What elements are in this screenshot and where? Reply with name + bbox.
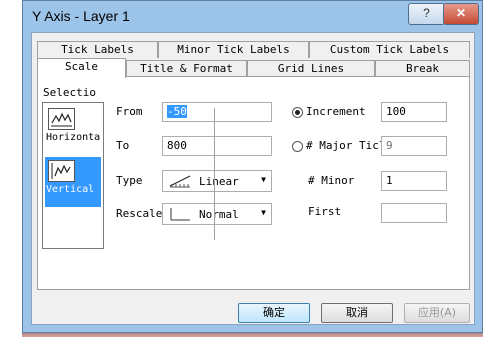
rescale-icon xyxy=(168,207,192,221)
dialog-client-area: Tick Labels Minor Tick Labels Custom Tic… xyxy=(31,32,475,325)
selection-item-label: Horizonta xyxy=(46,132,101,143)
from-input[interactable]: -50 xyxy=(162,102,272,122)
scale-panel: Selectio Horizonta Vertical From -50 To … xyxy=(37,76,470,290)
to-label: To xyxy=(116,139,130,152)
tab-break[interactable]: Break xyxy=(375,60,470,77)
major-ticks-label: # Major Ticl xyxy=(306,139,386,152)
increment-input[interactable]: 100 xyxy=(381,102,447,122)
first-tick-input[interactable] xyxy=(381,203,447,223)
dialog-title: Y Axis - Layer 1 xyxy=(32,8,130,24)
selection-item-label: Vertical xyxy=(46,184,95,195)
tab-tick-labels[interactable]: Tick Labels xyxy=(37,41,158,58)
background-strip xyxy=(22,333,483,337)
vertical-axis-icon xyxy=(48,160,75,182)
selection-item-horizontal[interactable]: Horizonta xyxy=(45,105,101,155)
ok-button[interactable]: 确定 xyxy=(238,303,310,323)
rescale-select[interactable]: Normal ▼ xyxy=(162,203,272,225)
tab-scale[interactable]: Scale xyxy=(37,58,126,78)
increment-label: Increment xyxy=(306,105,366,118)
title-bar[interactable]: Y Axis - Layer 1 ? ✕ xyxy=(23,1,482,30)
chevron-down-icon: ▼ xyxy=(261,208,266,217)
linear-scale-icon xyxy=(168,174,192,188)
minor-ticks-label: # Minor xyxy=(308,174,355,187)
tab-grid-lines[interactable]: Grid Lines xyxy=(247,60,375,77)
tab-title-format[interactable]: Title & Format xyxy=(126,60,247,77)
close-button[interactable]: ✕ xyxy=(443,3,479,25)
help-button[interactable]: ? xyxy=(408,3,445,25)
dialog-window: Y Axis - Layer 1 ? ✕ Tick Labels Minor T… xyxy=(22,0,483,333)
tab-minor-tick-labels[interactable]: Minor Tick Labels xyxy=(158,41,309,58)
horizontal-axis-icon xyxy=(48,108,75,130)
type-value: Linear xyxy=(199,175,239,188)
first-tick-label: First xyxy=(308,205,342,218)
cancel-button[interactable]: 取消 xyxy=(321,303,393,323)
major-ticks-radio[interactable] xyxy=(292,141,303,152)
major-ticks-input[interactable]: 9 xyxy=(381,136,447,156)
minor-ticks-input[interactable]: 1 xyxy=(381,171,447,191)
rescale-value: Normal xyxy=(199,208,239,221)
from-label: From xyxy=(116,105,143,118)
tab-custom-tick-labels[interactable]: Custom Tick Labels xyxy=(309,41,470,58)
to-input[interactable]: 800 xyxy=(162,136,272,156)
chevron-down-icon: ▼ xyxy=(261,175,266,184)
type-select[interactable]: Linear ▼ xyxy=(162,170,272,192)
selection-list[interactable]: Horizonta Vertical xyxy=(42,102,104,249)
group-divider xyxy=(214,108,215,240)
apply-button[interactable]: 应用(A) xyxy=(404,303,470,323)
type-label: Type xyxy=(116,174,143,187)
from-value: -50 xyxy=(167,105,187,118)
increment-radio[interactable] xyxy=(292,107,303,118)
selection-label: Selectio xyxy=(43,86,96,99)
rescale-label: Rescale xyxy=(116,207,163,220)
selection-item-vertical[interactable]: Vertical xyxy=(45,157,101,207)
